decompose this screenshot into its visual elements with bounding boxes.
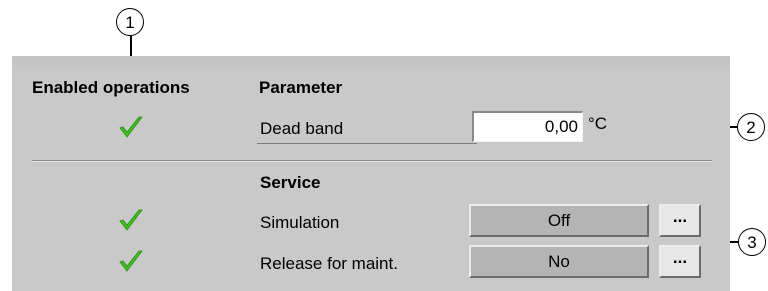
dead-band-input[interactable]: 0,00 (472, 111, 583, 142)
simulation-label: Simulation (260, 213, 340, 232)
check-icon-dead-band (119, 116, 143, 138)
release-maint-label: Release for maint. (260, 254, 398, 273)
service-heading: Service (260, 173, 321, 192)
callout-1: 1 (116, 8, 144, 36)
check-icon-simulation (119, 209, 143, 231)
callout-2: 2 (737, 113, 765, 141)
callout-3: 3 (738, 228, 766, 256)
dead-band-unit: °C (588, 114, 608, 133)
dead-band-label: Dead band (260, 119, 344, 138)
section-divider (32, 160, 712, 162)
release-maint-button[interactable]: No (469, 245, 649, 278)
release-maint-more-button[interactable]: ... (659, 245, 701, 278)
dead-band-underline (257, 143, 477, 144)
parameter-heading: Parameter (259, 78, 343, 97)
simulation-more-button[interactable]: ... (659, 204, 701, 237)
simulation-button[interactable]: Off (469, 204, 649, 237)
enabled-operations-heading: Enabled operations (32, 78, 190, 97)
check-icon-release (119, 250, 143, 272)
